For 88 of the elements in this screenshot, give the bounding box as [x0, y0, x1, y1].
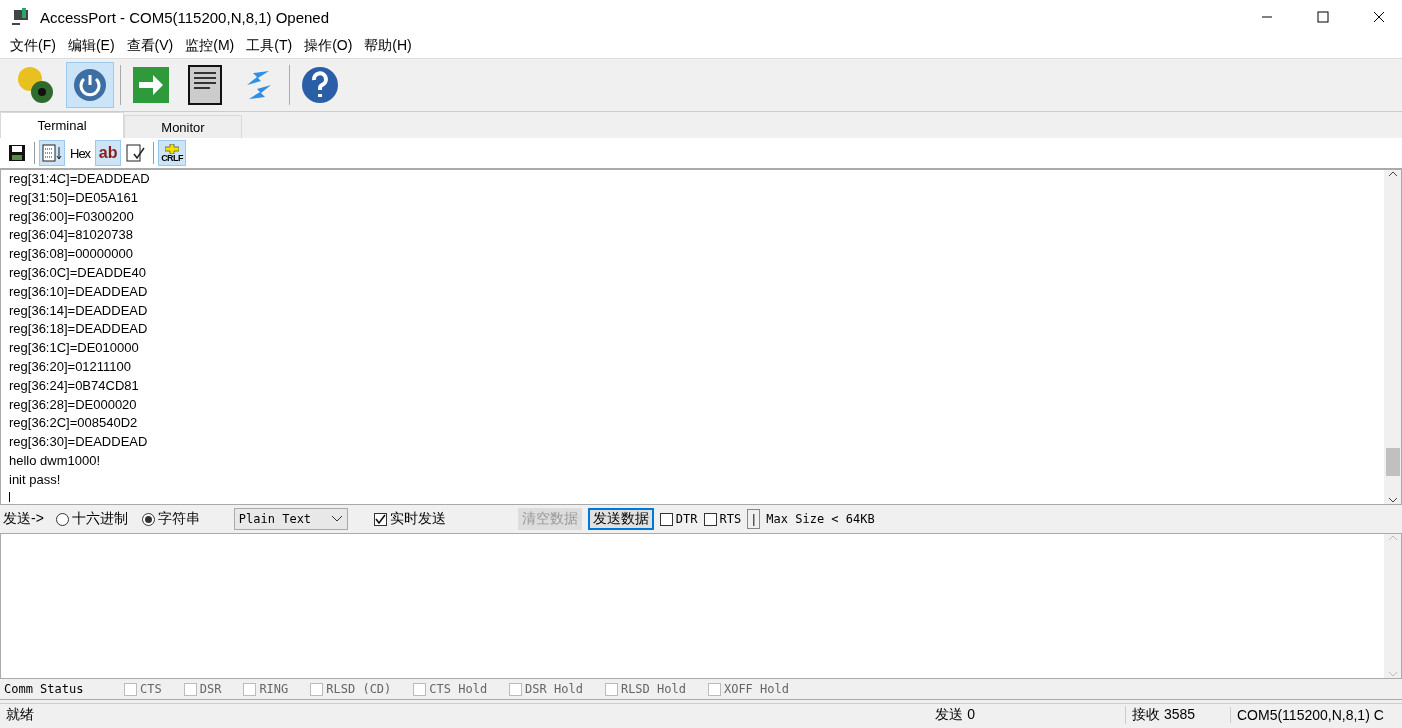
- arrow-right-icon: [133, 67, 169, 103]
- close-icon: [1373, 11, 1385, 23]
- checkbox[interactable]: [183, 682, 197, 696]
- checkbox[interactable]: [124, 682, 137, 696]
- checkbox[interactable]: [413, 682, 427, 696]
- max-size-label: Max Size < 64KB: [766, 512, 875, 526]
- menu-item[interactable]: 工具(T): [240, 37, 299, 55]
- radio-label: 字符串: [157, 510, 200, 528]
- scrollbar[interactable]: [1384, 170, 1401, 504]
- radio-button[interactable]: [141, 512, 155, 526]
- scrollbar-thumb[interactable]: [1385, 448, 1400, 476]
- edit-icon: [126, 144, 147, 162]
- sent-count: 发送 0: [934, 706, 976, 724]
- scrollbar[interactable]: [1384, 534, 1401, 678]
- send-label: 发送->: [3, 510, 44, 528]
- send-input[interactable]: [0, 533, 1402, 679]
- check-icon: [374, 513, 386, 525]
- scroll-up-icon: [1387, 534, 1398, 542]
- scroll-down-icon: [1387, 496, 1398, 504]
- status-message: 就绪: [5, 706, 35, 724]
- signal-label: RLSD Hold: [620, 682, 686, 696]
- terminal-line: reg[36:10]=DEADDEAD: [9, 282, 149, 301]
- terminal-line: reg[36:20]=01211100: [9, 357, 133, 376]
- scroll-up-icon: [1387, 170, 1398, 178]
- terminal-line: hello dwm1000!: [9, 451, 102, 470]
- autoscroll-button[interactable]: [39, 140, 65, 166]
- checkbox-label: 实时发送: [389, 510, 446, 528]
- radio-label: 十六进制: [71, 510, 128, 528]
- checkbox-label: DTR: [675, 512, 698, 526]
- checkbox[interactable]: [373, 512, 387, 526]
- signal-label: RING: [259, 682, 289, 696]
- checkbox[interactable]: [703, 512, 717, 526]
- terminal-line: reg[31:4C]=DEADDEAD: [9, 170, 151, 188]
- signal-label: CTS: [140, 682, 162, 696]
- hex-button[interactable]: Hex: [67, 140, 94, 166]
- checkbox[interactable]: [707, 682, 721, 696]
- menu-item[interactable]: 文件(F): [4, 37, 62, 55]
- terminal-line: reg[36:04]=81020738: [9, 226, 134, 245]
- text-mode-button[interactable]: ab: [95, 140, 122, 166]
- window-title: AccessPort - COM5(115200,N,8,1) Opened: [40, 8, 331, 26]
- terminal-line: reg[36:24]=0B74CD81: [9, 376, 140, 395]
- checkbox[interactable]: [509, 682, 523, 696]
- menu-item[interactable]: 编辑(E): [61, 37, 121, 55]
- checkbox-label: RTS: [719, 512, 742, 526]
- format-dropdown[interactable]: Plain Text: [233, 508, 348, 530]
- menu-item[interactable]: 操作(O): [298, 37, 359, 55]
- checkbox[interactable]: [659, 512, 673, 526]
- terminal-line: reg[36:2C]=008540D2: [9, 414, 139, 433]
- menu-item[interactable]: 帮助(H): [358, 37, 418, 55]
- tab[interactable]: Monitor: [124, 115, 242, 138]
- checkbox[interactable]: [310, 682, 324, 696]
- terminal-line: reg[36:30]=DEADDEAD: [9, 433, 149, 452]
- checkbox[interactable]: [604, 682, 618, 696]
- save-icon: [8, 144, 26, 162]
- autoscroll-icon: [42, 144, 62, 162]
- terminal-line: reg[36:18]=DEADDEAD: [9, 320, 149, 339]
- received-count: 接收 3585: [1125, 706, 1230, 724]
- terminal-line: reg[36:14]=DEADDEAD: [9, 301, 149, 320]
- tab[interactable]: Terminal: [0, 112, 124, 138]
- separator-button[interactable]: |: [747, 509, 761, 529]
- terminal-line: reg[36:00]=F0300200: [9, 207, 135, 226]
- signal-label: RLSD (CD): [326, 682, 392, 696]
- signal-label: DSR: [199, 682, 222, 696]
- terminal-line: init pass!: [9, 470, 62, 489]
- power-icon: [73, 68, 107, 102]
- menu-item[interactable]: 查看(V): [120, 37, 180, 55]
- menu-item[interactable]: 监控(M): [179, 37, 241, 55]
- crlf-button[interactable]: CRLF: [158, 140, 187, 166]
- app-icon: [10, 8, 30, 26]
- help-icon: [301, 66, 339, 104]
- comm-status-label: Comm Status: [4, 682, 85, 696]
- terminal-line: reg[31:50]=DE05A161: [9, 188, 140, 207]
- checkbox[interactable]: [243, 682, 257, 696]
- terminal-line: reg[36:08]=00000000: [9, 245, 134, 264]
- scroll-down-icon: [1387, 670, 1398, 678]
- terminal-line: reg[36:0C]=DEADDE40: [9, 264, 147, 282]
- plus-icon: [165, 143, 180, 154]
- caret-icon: [330, 515, 343, 523]
- radio-button[interactable]: [55, 512, 69, 526]
- maximize-icon: [1317, 11, 1329, 23]
- signal-label: DSR Hold: [525, 682, 583, 696]
- send-button[interactable]: 发送数据: [587, 508, 654, 530]
- signal-label: XOFF Hold: [723, 682, 789, 696]
- terminal-line: reg[36:28]=DE000020: [9, 395, 138, 414]
- document-icon: [188, 65, 222, 105]
- signal-label: CTS Hold: [429, 682, 488, 696]
- terminal-line: reg[36:1C]=DE010000: [9, 339, 140, 358]
- port-status: COM5(115200,N,8,1) C: [1230, 707, 1402, 723]
